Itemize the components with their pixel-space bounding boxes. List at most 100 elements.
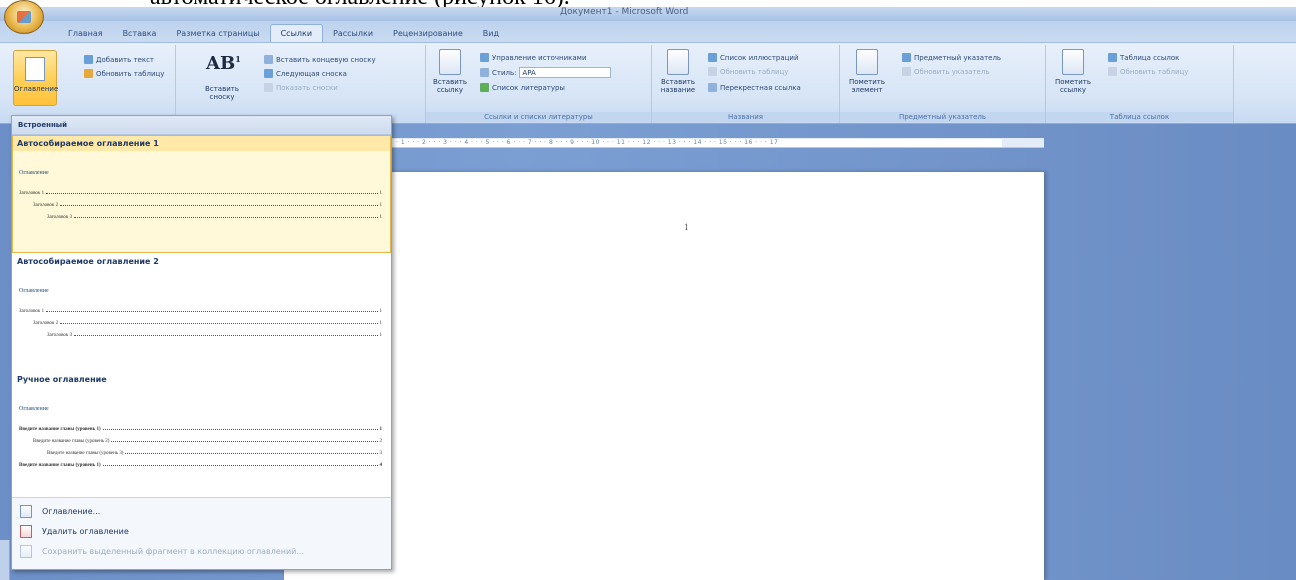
- mark-entry-label: Пометить элемент: [849, 78, 885, 94]
- tab-mailings[interactable]: Рассылки: [323, 24, 383, 42]
- update-table-button[interactable]: Обновить таблицу: [84, 69, 164, 78]
- captions-group-label: Названия: [652, 112, 839, 122]
- toc-preview: Оглавление Заголовок 11 Заголовок 21 Заг…: [19, 170, 382, 220]
- update-authorities-label: Обновить таблицу: [1120, 67, 1189, 76]
- insert-footnote-button[interactable]: Вставить сноску: [196, 85, 248, 101]
- toc-icon: [25, 57, 45, 81]
- add-text-label: Добавить текст: [96, 55, 154, 64]
- index-group: Пометить элемент Предметный указатель Об…: [840, 45, 1046, 123]
- tab-view[interactable]: Вид: [473, 24, 509, 42]
- insert-endnote-button[interactable]: Вставить концевую сноску: [264, 55, 376, 64]
- show-notes-icon: [264, 83, 273, 92]
- cross-reference-icon: [708, 83, 717, 92]
- cross-reference-button[interactable]: Перекрестная ссылка: [708, 83, 801, 92]
- preview-page-number: 1: [379, 215, 383, 220]
- insert-citation-label: Вставить ссылку: [433, 78, 467, 94]
- insert-authorities-label: Таблица ссылок: [1120, 53, 1180, 62]
- insert-figures-icon: [708, 53, 717, 62]
- ruler-numbers: · 1 · · · 2 · · · 3 · · · 4 · · · 5 · · …: [396, 139, 779, 146]
- tab-home[interactable]: Главная: [58, 24, 113, 42]
- save-selection-menu-item[interactable]: Сохранить выделенный фрагмент в коллекци…: [12, 541, 391, 561]
- preview-heading: Оглавление: [19, 288, 49, 294]
- tab-insert[interactable]: Вставка: [113, 24, 167, 42]
- insert-figures-button[interactable]: Список иллюстраций: [708, 53, 799, 62]
- document-page[interactable]: 1: [284, 172, 1044, 580]
- toc-preview: Оглавление Заголовок 11 Заголовок 21 Заг…: [19, 288, 382, 338]
- remove-toc-icon: [20, 524, 32, 538]
- show-notes-button[interactable]: Показать сноски: [264, 83, 338, 92]
- preview-page-number: 1: [379, 333, 383, 338]
- mark-citation-button[interactable]: Пометить ссылку: [1050, 49, 1096, 94]
- toc-dialog-menu-item[interactable]: Оглавление...: [12, 501, 391, 521]
- update-figures-icon: [708, 67, 717, 76]
- authorities-group: Пометить ссылку Таблица ссылок Обновить …: [1046, 45, 1234, 123]
- horizontal-ruler[interactable]: · 1 · · · 2 · · · 3 · · · 4 · · · 5 · · …: [392, 138, 1044, 148]
- tab-review[interactable]: Рецензирование: [383, 24, 473, 42]
- update-figures-button[interactable]: Обновить таблицу: [708, 67, 788, 76]
- insert-caption-button[interactable]: Вставить название: [656, 49, 700, 94]
- insert-caption-label: Вставить название: [660, 78, 696, 94]
- update-table-label: Обновить таблицу: [96, 69, 165, 78]
- toc-button[interactable]: Оглавление: [13, 50, 58, 106]
- gallery-item-manual-toc[interactable]: Ручное оглавление Оглавление Введите наз…: [12, 371, 391, 497]
- insert-citation-button[interactable]: Вставить ссылку: [430, 49, 470, 94]
- preview-line: Заголовок 3 1: [19, 208, 382, 220]
- mark-entry-button[interactable]: Пометить элемент: [844, 49, 890, 94]
- preview-page-number: 4: [379, 463, 383, 468]
- manage-sources-label: Управление источниками: [492, 53, 587, 62]
- gallery-section-header: Встроенный: [12, 116, 391, 135]
- add-text-icon: [84, 55, 93, 64]
- insert-authorities-icon: [1108, 53, 1117, 62]
- next-footnote-label: Следующая сноска: [276, 69, 347, 78]
- preview-line: Введите название главы (уровень 1) 1: [19, 420, 382, 432]
- preview-line: Введите название главы (уровень 3) 3: [19, 444, 382, 456]
- manage-sources-button[interactable]: Управление источниками: [480, 53, 587, 62]
- insert-figures-label: Список иллюстраций: [720, 53, 799, 62]
- preview-line: Заголовок 11: [19, 302, 382, 314]
- toc-dialog-label: Оглавление...: [42, 506, 101, 516]
- citations-group: Вставить ссылку Управление источниками С…: [426, 45, 652, 123]
- toc-group: Оглавление Добавить текст Обновить табли…: [0, 45, 176, 123]
- preview-line: Заголовок 21: [19, 314, 382, 326]
- next-footnote-button[interactable]: Следующая сноска: [264, 69, 347, 78]
- save-selection-label: Сохранить выделенный фрагмент в коллекци…: [42, 546, 305, 556]
- toc-preview: Оглавление Введите название главы (урове…: [19, 406, 382, 468]
- preview-line: Введите название главы (уровень 2) 2: [19, 432, 382, 444]
- tab-references[interactable]: Ссылки: [269, 24, 324, 42]
- gallery-item-auto-toc-1[interactable]: Автособираемое оглавление 1 Оглавление З…: [12, 135, 391, 253]
- tab-page-layout[interactable]: Разметка страницы: [166, 24, 269, 42]
- mark-citation-icon: [1062, 49, 1084, 75]
- toc-dropdown: Встроенный Автособираемое оглавление 1 О…: [11, 115, 392, 570]
- insert-footnote-label: Вставить сноску: [205, 85, 239, 101]
- preview-line-text: Введите название главы (уровень 1): [19, 463, 101, 468]
- gallery-item-title: Автособираемое оглавление 2: [17, 257, 159, 266]
- insert-endnote-icon: [264, 55, 273, 64]
- manage-sources-icon: [480, 53, 489, 62]
- title-bar: Документ1 - Microsoft Word: [0, 7, 1296, 21]
- style-selector[interactable]: Стиль: APA: [480, 67, 612, 78]
- mark-citation-label: Пометить ссылку: [1055, 78, 1091, 94]
- preview-line: Заголовок 11: [19, 184, 382, 196]
- gallery-item-auto-toc-2[interactable]: Автособираемое оглавление 2 Оглавление З…: [12, 253, 391, 371]
- captions-group: Вставить название Список иллюстраций Обн…: [652, 45, 840, 123]
- mark-entry-icon: [856, 49, 878, 75]
- footnotes-group: AB1 Вставить сноску Вставить концевую сн…: [176, 45, 426, 123]
- update-index-button[interactable]: Обновить указатель: [902, 67, 989, 76]
- style-combo[interactable]: APA: [519, 67, 612, 78]
- update-index-label: Обновить указатель: [914, 67, 990, 76]
- ribbon: Оглавление Добавить текст Обновить табли…: [0, 42, 1296, 124]
- update-authorities-button[interactable]: Обновить таблицу: [1108, 67, 1188, 76]
- toc-dialog-icon: [20, 504, 32, 518]
- ribbon-tabs: Главная Вставка Разметка страницы Ссылки…: [0, 21, 1296, 42]
- gallery-item-title: Автособираемое оглавление 1: [13, 136, 390, 151]
- update-figures-label: Обновить таблицу: [720, 67, 789, 76]
- add-text-button[interactable]: Добавить текст: [84, 55, 154, 64]
- insert-authorities-button[interactable]: Таблица ссылок: [1108, 53, 1179, 62]
- office-button[interactable]: [4, 0, 44, 34]
- style-icon: [480, 68, 489, 77]
- window-title: Документ1 - Microsoft Word: [560, 7, 689, 17]
- remove-toc-menu-item[interactable]: Удалить оглавление: [12, 521, 391, 541]
- preview-line-text: Заголовок 3: [47, 215, 73, 220]
- bibliography-button[interactable]: Список литературы: [480, 83, 565, 92]
- insert-index-button[interactable]: Предметный указатель: [902, 53, 1001, 62]
